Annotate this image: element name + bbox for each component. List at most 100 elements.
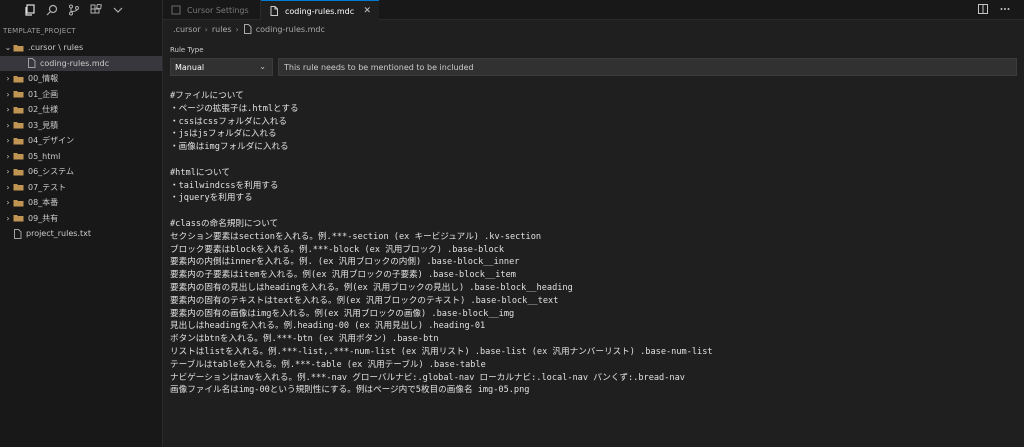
tree-item-label: coding-rules.mdc bbox=[40, 58, 110, 68]
code-line: #classの命名規則について bbox=[170, 218, 279, 229]
cursor-settings-icon bbox=[171, 5, 181, 15]
tree-item-label: .cursor \ rules bbox=[28, 43, 84, 53]
file-icon bbox=[243, 24, 252, 34]
code-line: テーブルはtableを入れる。例.***-table (ex 汎用テーブル) .… bbox=[170, 359, 486, 370]
tree-folder[interactable]: › 01_企画 bbox=[0, 87, 162, 103]
tree-folder[interactable]: › 09_共有 bbox=[0, 211, 162, 227]
tree-item-label: 09_共有 bbox=[28, 213, 59, 223]
rule-type-value: Manual bbox=[175, 62, 205, 72]
tab-bar: Cursor Settings coding-rules.mdc ✕ bbox=[163, 0, 1024, 21]
folder-icon bbox=[13, 75, 24, 83]
tree-folder[interactable]: › 07_テスト bbox=[0, 180, 162, 196]
tree-folder[interactable]: ⌄ .cursor \ rules bbox=[0, 40, 162, 56]
tree-folder[interactable]: › 06_システム bbox=[0, 164, 162, 180]
chevron-right-icon: › bbox=[204, 24, 208, 34]
file-tree: ⌄ .cursor \ rules coding-rules.mdc › 00_情報 › 0… bbox=[0, 40, 162, 242]
code-line: 要素内の固有のテキストはtextを入れる。例(ex 汎用ブロックのテキスト) .… bbox=[170, 295, 559, 306]
breadcrumb-item[interactable]: rules bbox=[212, 25, 232, 34]
source-control-icon[interactable] bbox=[68, 4, 80, 16]
tree-folder[interactable]: › 05_html bbox=[0, 149, 162, 165]
folder-icon bbox=[13, 199, 24, 207]
chevron-right-icon: › bbox=[6, 182, 10, 192]
tree-item-label: 03_見積 bbox=[28, 120, 59, 130]
tab-label: Cursor Settings bbox=[187, 5, 249, 15]
code-line: ・jqueryを利用する bbox=[170, 193, 253, 204]
folder-icon bbox=[13, 121, 24, 129]
code-line: ・ページの拡張子は.htmlとする bbox=[170, 103, 299, 114]
code-line: 要素内の固有の見出しはheadingを入れる。例(ex 汎用ブロックの見出し) … bbox=[170, 282, 573, 293]
tree-item-label: 02_仕様 bbox=[28, 105, 59, 115]
chevron-down-icon: ⌄ bbox=[259, 62, 266, 71]
chevron-right-icon: › bbox=[235, 24, 239, 34]
folder-icon bbox=[13, 90, 24, 98]
split-editor-icon[interactable] bbox=[978, 4, 988, 17]
file-icon bbox=[13, 228, 22, 239]
code-line: セクション要素はsectionを入れる。例.***-section (ex キー… bbox=[170, 231, 542, 242]
tree-item-label: 05_html bbox=[28, 151, 61, 161]
chevron-right-icon: › bbox=[6, 198, 10, 208]
tree-file[interactable]: project_rules.txt bbox=[0, 226, 162, 242]
code-line: リストはlistを入れる。例.***-list,.***-num-list (e… bbox=[170, 346, 713, 357]
close-icon[interactable]: ✕ bbox=[363, 6, 371, 16]
tree-item-label: 06_システム bbox=[28, 167, 74, 177]
code-editor[interactable]: #ファイルについて ・ページの拡張子は.htmlとする ・cssはcssフォルダに入… bbox=[170, 90, 1018, 397]
file-icon bbox=[269, 6, 279, 16]
tree-item-label: 04_デザイン bbox=[28, 136, 75, 146]
folder-icon bbox=[13, 137, 24, 145]
chevron-down-icon[interactable] bbox=[112, 4, 124, 16]
sidebar-toolbar bbox=[0, 0, 162, 20]
tree-folder[interactable]: › 04_デザイン bbox=[0, 133, 162, 149]
folder-icon bbox=[13, 214, 24, 222]
code-line: ・画像はimgフォルダに入れる bbox=[170, 142, 289, 153]
folder-icon bbox=[13, 183, 24, 191]
code-line: #ファイルについて bbox=[170, 91, 244, 101]
breadcrumb-item[interactable]: .cursor bbox=[173, 25, 201, 34]
folder-icon bbox=[13, 106, 24, 114]
tree-item-label: 01_企画 bbox=[28, 89, 59, 99]
chevron-right-icon: › bbox=[6, 167, 10, 177]
tab-coding-rules[interactable]: coding-rules.mdc ✕ bbox=[261, 0, 379, 21]
tree-folder[interactable]: › 00_情報 bbox=[0, 71, 162, 87]
code-line: ナビゲーションはnavを入れる。例.***-nav グローバルナビ:.globa… bbox=[170, 372, 685, 383]
code-line: #htmlについて bbox=[170, 167, 230, 178]
rule-type-select[interactable]: Manual ⌄ bbox=[170, 58, 273, 76]
tab-cursor-settings[interactable]: Cursor Settings bbox=[163, 0, 261, 20]
rule-description-text: This rule needs to be mentioned to be in… bbox=[284, 62, 474, 72]
rule-description-input[interactable]: This rule needs to be mentioned to be in… bbox=[278, 58, 1017, 76]
tab-label: coding-rules.mdc bbox=[285, 6, 355, 16]
tree-item-label: 00_情報 bbox=[28, 74, 59, 84]
tree-file[interactable]: coding-rules.mdc bbox=[0, 55, 162, 71]
explorer-section-title[interactable]: TEMPLATE_PROJECT bbox=[0, 22, 162, 40]
chevron-right-icon: › bbox=[6, 89, 10, 99]
extensions-icon[interactable] bbox=[90, 4, 102, 16]
code-line: 要素内の内側はinnerを入れる。例. (ex 汎用ブロックの内側) .base… bbox=[170, 257, 520, 268]
tree-item-label: 07_テスト bbox=[28, 182, 67, 192]
code-line: 要素内の子要素はitemを入れる。例(ex 汎用ブロックの子要素) .base-… bbox=[170, 270, 516, 281]
chevron-right-icon: › bbox=[6, 213, 10, 223]
file-icon bbox=[27, 58, 36, 69]
folder-icon bbox=[13, 168, 24, 176]
editor-actions bbox=[978, 4, 1010, 17]
code-line: 画像ファイル名はimg-00という規則性にする。例はページ内で5枚目の画像名 i… bbox=[170, 385, 530, 396]
breadcrumb: .cursor › rules › coding-rules.mdc bbox=[173, 22, 325, 36]
breadcrumb-item[interactable]: coding-rules.mdc bbox=[256, 25, 325, 34]
more-actions-icon[interactable] bbox=[1000, 4, 1010, 17]
chevron-right-icon: › bbox=[6, 74, 10, 84]
code-line: ブロック要素はblockを入れる。例.***-block (ex 汎用ブロック)… bbox=[170, 244, 505, 255]
chevron-right-icon: › bbox=[6, 105, 10, 115]
chevron-down-icon: ⌄ bbox=[4, 43, 12, 53]
search-icon[interactable] bbox=[46, 4, 58, 16]
chevron-right-icon: › bbox=[6, 151, 10, 161]
tree-folder[interactable]: › 08_本番 bbox=[0, 195, 162, 211]
code-line: 見出しはheadingを入れる。例.heading-00 (ex 汎用見出し) … bbox=[170, 321, 486, 332]
rule-type-label: Rule Type bbox=[170, 46, 204, 54]
folder-icon bbox=[13, 152, 24, 160]
explorer-icon[interactable] bbox=[24, 4, 36, 16]
tree-folder[interactable]: › 03_見積 bbox=[0, 118, 162, 134]
code-line: ・jsはjsフォルダに入れる bbox=[170, 129, 277, 140]
chevron-right-icon: › bbox=[6, 120, 10, 130]
explorer-sidebar: TEMPLATE_PROJECT ⌄ .cursor \ rules coding-… bbox=[0, 0, 163, 447]
tree-folder[interactable]: › 02_仕様 bbox=[0, 102, 162, 118]
